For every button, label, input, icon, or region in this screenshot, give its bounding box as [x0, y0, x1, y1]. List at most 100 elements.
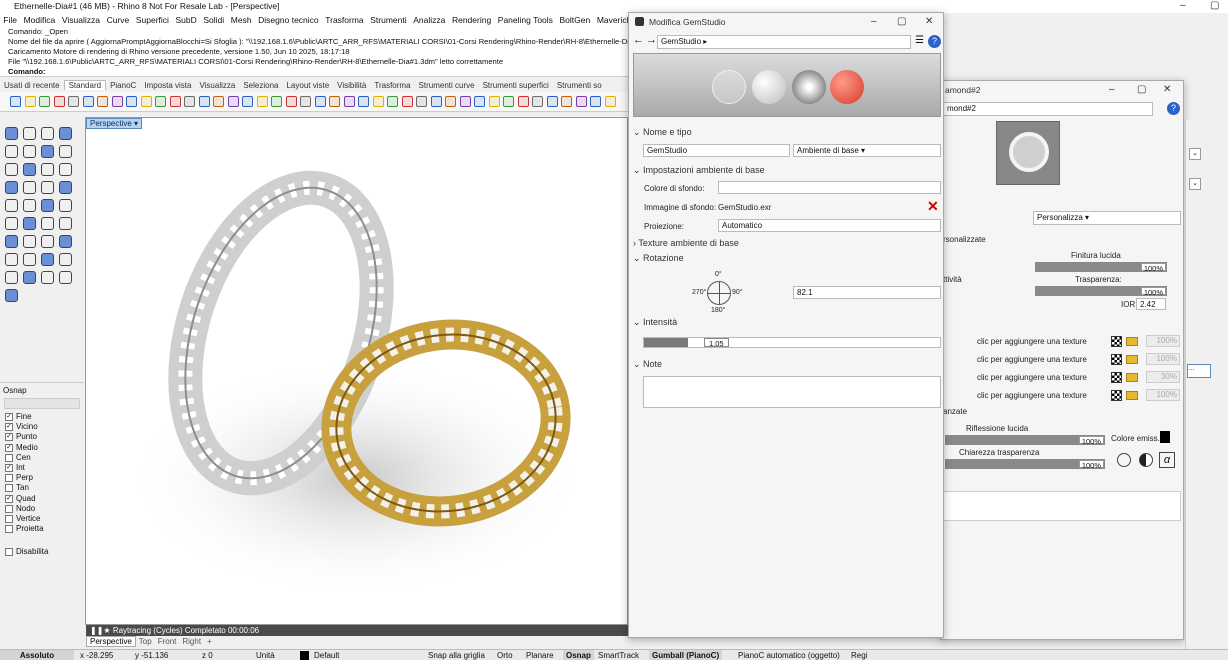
toolbar-tab[interactable]: Strumenti so	[553, 81, 606, 90]
toolbar-tab[interactable]: Layout viste	[282, 81, 333, 90]
glossy-reflection-slider[interactable]: 100%	[945, 435, 1105, 446]
dropdown-icon[interactable]: ⌄	[1189, 178, 1201, 190]
toolbar-button-icon[interactable]	[271, 96, 282, 107]
material-name-field[interactable]: mond#2	[943, 102, 1153, 116]
toolbar-button-icon[interactable]	[68, 96, 79, 107]
toolbar-button-icon[interactable]	[97, 96, 108, 107]
menu-item[interactable]: File	[0, 15, 20, 25]
toolbar-button-icon[interactable]	[561, 96, 572, 107]
osnap-checkbox-vicino[interactable]: ✓	[5, 423, 13, 432]
viewport-tab[interactable]: Front	[155, 637, 180, 646]
toolbar-button-icon[interactable]	[430, 96, 442, 107]
toolbar-button-icon[interactable]	[10, 96, 21, 107]
layer-name[interactable]: Default	[314, 650, 339, 660]
tool-icon[interactable]	[23, 235, 36, 248]
osnap-checkbox-int[interactable]: ✓	[5, 464, 13, 472]
status-toggle[interactable]: Osnap	[563, 650, 594, 660]
toolbar-tab[interactable]: Usati di recente	[0, 81, 64, 90]
osnap-checkbox-proietta[interactable]	[5, 525, 13, 534]
texture-amount[interactable]: 100%	[1146, 353, 1180, 365]
tool-icon[interactable]	[23, 127, 36, 140]
menu-icon[interactable]: ☰	[915, 35, 924, 46]
toolbar-button-icon[interactable]	[242, 96, 253, 107]
transparency-clarity-slider[interactable]: 100%	[945, 459, 1105, 470]
texture-amount[interactable]: 100%	[1146, 389, 1180, 401]
toolbar-button-icon[interactable]	[459, 96, 471, 107]
add-viewport-icon[interactable]: +	[204, 637, 215, 646]
tool-icon[interactable]	[5, 163, 18, 176]
tool-icon[interactable]	[5, 199, 18, 212]
status-toggle[interactable]: Regi	[851, 650, 867, 660]
tool-icon[interactable]	[23, 253, 36, 266]
menu-item[interactable]: Superfici	[133, 15, 173, 25]
help-icon[interactable]: ?	[928, 35, 941, 48]
osnap-filter-bar[interactable]	[4, 398, 80, 409]
osnap-checkbox-medio[interactable]: ✓	[5, 443, 13, 452]
status-toggle[interactable]: Snap alla griglia	[428, 650, 485, 660]
menu-item[interactable]: Modifica	[20, 15, 58, 25]
menu-item[interactable]: Rendering	[449, 15, 495, 25]
osnap-checkbox-perp[interactable]	[5, 474, 13, 483]
toolbar-button-icon[interactable]	[488, 96, 500, 107]
menu-item[interactable]: SubD	[172, 15, 200, 25]
status-toggle[interactable]: Gumball (PianoC)	[649, 650, 723, 660]
toolbar-tab[interactable]: Visualizza	[195, 81, 239, 90]
tool-icon[interactable]	[59, 271, 72, 284]
section-notes[interactable]: ⌄ Note	[633, 359, 662, 370]
menu-item[interactable]: Trasforma	[322, 15, 367, 25]
tool-icon[interactable]	[59, 181, 72, 194]
toolbar-button-icon[interactable]	[256, 96, 268, 107]
menu-item[interactable]: Disegno tecnico	[255, 15, 322, 25]
tool-icon[interactable]	[41, 217, 54, 230]
contrast-icon[interactable]	[1139, 453, 1153, 467]
folder-icon[interactable]	[1126, 337, 1138, 346]
menu-item[interactable]: BoltGen	[556, 15, 593, 25]
tool-icon[interactable]	[5, 127, 18, 140]
tool-icon[interactable]	[23, 199, 36, 212]
status-toggle[interactable]: PianoC automatico (oggetto)	[738, 650, 840, 660]
toolbar-button-icon[interactable]	[82, 96, 94, 107]
tool-icon[interactable]	[23, 145, 36, 158]
back-arrow-icon[interactable]: ←	[633, 34, 644, 47]
osnap-checkbox-quad[interactable]: ✓	[5, 494, 13, 503]
tool-icon[interactable]	[59, 163, 72, 176]
restore-icon[interactable]: ▢	[1137, 84, 1146, 97]
osnap-checkbox-cen[interactable]	[5, 453, 13, 462]
tool-icon[interactable]	[59, 253, 72, 266]
tool-icon[interactable]	[59, 235, 72, 248]
command-prompt[interactable]: Comando:	[8, 67, 628, 76]
toolbar-button-icon[interactable]	[503, 96, 514, 107]
menu-item[interactable]: Analizza	[410, 15, 449, 25]
glossy-slider[interactable]: 100%	[1035, 262, 1167, 273]
texture-amount[interactable]: 30%	[1146, 371, 1180, 383]
tool-icon[interactable]	[5, 289, 18, 302]
osnap-checkbox-tan[interactable]	[5, 484, 13, 493]
osnap-checkbox-fine[interactable]: ✓	[5, 413, 13, 421]
help-icon[interactable]: ?	[1167, 102, 1180, 115]
alpha-icon[interactable]: α	[1159, 452, 1175, 468]
tool-icon[interactable]	[41, 271, 54, 284]
toolbar-button-icon[interactable]	[329, 96, 340, 107]
notes-field[interactable]	[943, 491, 1181, 521]
toolbar-button-icon[interactable]	[314, 96, 326, 107]
viewport-label[interactable]: Perspective ▾	[86, 118, 143, 129]
toolbar-button-icon[interactable]	[111, 96, 123, 107]
menu-item[interactable]: Curve	[103, 15, 132, 25]
toolbar-button-icon[interactable]	[155, 96, 166, 107]
type-dropdown[interactable]: Ambiente di base ▾	[793, 144, 941, 157]
minimize-icon[interactable]: –	[1109, 84, 1115, 97]
tool-icon[interactable]	[41, 127, 54, 140]
tool-icon[interactable]	[23, 217, 36, 230]
menu-item[interactable]: Maverick	[594, 15, 628, 25]
texture-hint[interactable]: clic per aggiungere una texture	[977, 337, 1087, 346]
tool-icon[interactable]	[41, 181, 54, 194]
close-icon[interactable]: ✕	[925, 16, 933, 29]
texture-hint[interactable]: clic per aggiungere una texture	[977, 355, 1087, 364]
toolbar-button-icon[interactable]	[401, 96, 413, 107]
rotation-compass[interactable]	[707, 281, 731, 305]
tool-icon[interactable]	[5, 235, 18, 248]
tool-icon[interactable]	[5, 217, 18, 230]
osnap-checkbox-vertice[interactable]	[5, 515, 13, 523]
toolbar-button-icon[interactable]	[198, 96, 210, 107]
toolbar-button-icon[interactable]	[213, 96, 224, 107]
